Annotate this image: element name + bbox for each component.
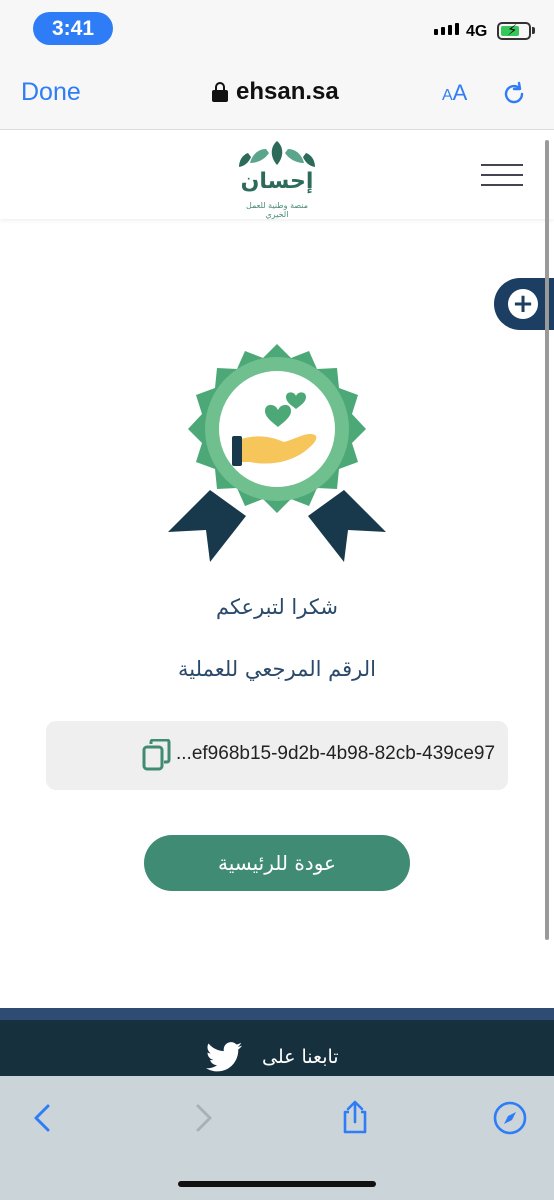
reference-value: ...ef968b15-9d2b-4b98-82cb-439ce97	[176, 743, 496, 764]
thank-you-badge-icon	[168, 344, 386, 562]
footer-stripe	[0, 1008, 554, 1020]
browser-bar: Done ehsan.sa AA	[0, 58, 554, 130]
plus-icon: +	[508, 289, 538, 319]
text-size-large-a: A	[452, 80, 468, 105]
lock-icon	[212, 82, 228, 102]
site-header: إحسان منصة وطنية للعمل الخيري	[0, 131, 554, 219]
back-arrow-icon[interactable]	[26, 1100, 62, 1136]
copy-icon[interactable]	[142, 739, 172, 771]
follow-us-text: تابعنا على	[262, 1046, 339, 1068]
ehsan-logo[interactable]: إحسان منصة وطنية للعمل الخيري	[236, 139, 318, 219]
battery-tip	[532, 27, 535, 34]
text-size-button[interactable]: AA	[442, 80, 467, 106]
reference-box[interactable]: ...ef968b15-9d2b-4b98-82cb-439ce97	[46, 721, 508, 790]
text-size-small-a: A	[442, 87, 453, 104]
logo-wordmark: إحسان	[240, 169, 314, 194]
leaf-logo-icon	[239, 141, 315, 167]
done-button[interactable]: Done	[21, 78, 81, 107]
status-time: 3:41	[33, 12, 113, 45]
network-type: 4G	[466, 23, 488, 40]
forward-arrow-icon[interactable]	[184, 1100, 220, 1136]
thanks-message: شكرا لتبرعكم	[215, 595, 339, 619]
status-bar: 3:41 4G ⚡	[0, 0, 554, 58]
cellular-signal-icon	[434, 23, 459, 35]
logo-tagline: منصة وطنية للعمل الخيري	[246, 201, 308, 219]
battery-icon: ⚡	[497, 21, 531, 40]
home-indicator	[178, 1181, 376, 1187]
safari-compass-icon[interactable]	[492, 1100, 528, 1136]
back-to-home-button[interactable]: عودة للرئيسية	[144, 835, 410, 891]
share-icon[interactable]	[337, 1100, 373, 1136]
address-bar[interactable]: ehsan.sa	[212, 78, 339, 106]
url-text: ehsan.sa	[236, 78, 339, 105]
scroll-indicator	[545, 140, 549, 940]
reload-icon[interactable]	[500, 80, 528, 108]
twitter-icon[interactable]	[206, 1042, 242, 1072]
screen: 3:41 4G ⚡ Done ehsan.sa AA إحسان منصة وط…	[0, 0, 554, 1200]
reference-label: الرقم المرجعي للعملية	[178, 657, 376, 681]
footer: تابعنا على	[0, 1020, 554, 1080]
menu-hamburger-icon[interactable]	[481, 164, 523, 186]
